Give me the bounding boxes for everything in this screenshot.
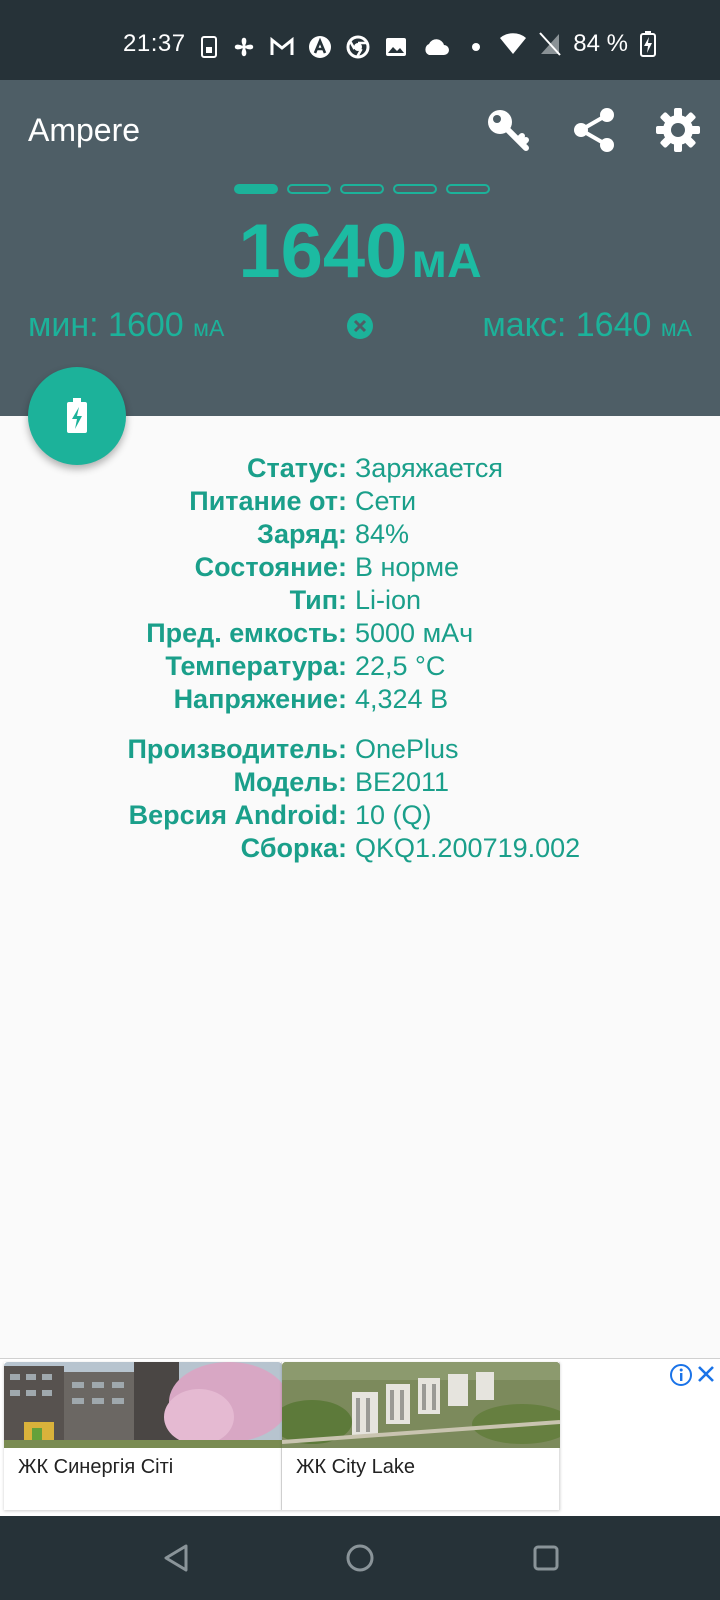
key-button[interactable] [482, 104, 534, 156]
info-row: Версия Android: 10 (Q) [0, 799, 720, 832]
accessibility-icon [309, 36, 331, 58]
page-dot[interactable] [340, 184, 384, 194]
ad-info-button[interactable] [670, 1364, 692, 1386]
navigation-bar [0, 1516, 720, 1600]
cloud-icon [425, 39, 449, 55]
sim-icon [201, 36, 217, 58]
min-reading: мин: 1600 мА [28, 306, 224, 345]
info-value: Li-ion [355, 585, 422, 615]
info-row: Заряд: 84% [0, 518, 720, 551]
current-reading: 1640мА [0, 208, 720, 295]
ad-caption: ЖК City Lake [296, 1456, 416, 1478]
max-reading: макс: 1640 мА [482, 306, 692, 345]
page-indicator [234, 184, 490, 194]
info-value: Заряжается [355, 453, 504, 483]
info-row: Сборка: QKQ1.200719.002 [0, 832, 720, 865]
fan-icon [234, 37, 254, 57]
info-label: Заряд: [257, 519, 347, 549]
close-icon [698, 1366, 714, 1382]
info-row: Температура: 22,5 °C [0, 650, 720, 683]
battery-percent: 84 % [573, 30, 628, 57]
ad-card[interactable]: ЖК Синергія Сіті [4, 1362, 282, 1510]
info-label: Пред. емкость: [146, 618, 347, 648]
page-dot[interactable] [287, 184, 331, 194]
info-value: OnePlus [355, 734, 459, 764]
info-value: 22,5 °C [355, 651, 446, 681]
page-dot[interactable] [393, 184, 437, 194]
info-label: Производитель: [127, 734, 347, 764]
info-row: Тип: Li-ion [0, 584, 720, 617]
info-label: Температура: [165, 651, 347, 681]
ad-card[interactable]: ЖК City Lake [282, 1362, 560, 1510]
back-icon [164, 1544, 188, 1572]
share-icon [574, 108, 614, 152]
wifi-icon [500, 33, 527, 54]
info-value: 5000 мАч [355, 618, 474, 648]
info-value: 4,324 В [355, 684, 449, 714]
info-row: Пред. емкость: 5000 мАч [0, 617, 720, 650]
back-button[interactable] [156, 1538, 196, 1578]
status-time: 21:37 [123, 30, 186, 57]
info-value: QKQ1.200719.002 [355, 833, 581, 863]
info-label: Питание от: [189, 486, 347, 516]
battery-info-table: Статус: Заряжается Питание от: Сети Заряд:… [0, 452, 720, 865]
recents-icon [533, 1545, 559, 1571]
max-unit: мА [660, 315, 692, 341]
current-value: 1640 [238, 209, 408, 294]
chrome-icon [346, 35, 370, 59]
dot-icon [472, 43, 480, 51]
home-icon [346, 1544, 374, 1572]
battery-charging-icon [640, 31, 656, 57]
gmail-icon [270, 37, 294, 55]
current-unit: мА [411, 235, 482, 288]
ad-close-button[interactable] [696, 1364, 716, 1384]
battery-fab[interactable] [28, 367, 126, 465]
close-circle-icon [347, 313, 373, 339]
reset-minmax-button[interactable] [346, 312, 374, 340]
notification-icons [200, 32, 488, 62]
status-bar: 21:37 84 % [0, 0, 720, 80]
info-label: Версия Android: [128, 800, 347, 830]
app-title: Ampere [28, 112, 141, 148]
info-value: В норме [355, 552, 460, 582]
info-label: Статус: [247, 453, 347, 483]
info-row: Статус: Заряжается [0, 452, 720, 485]
status-right: 84 % [499, 30, 656, 58]
recents-button[interactable] [526, 1538, 566, 1578]
image-icon [386, 38, 406, 56]
no-sim-icon [539, 32, 562, 56]
info-row: Производитель: OnePlus [0, 733, 720, 766]
info-value: Сети [355, 486, 417, 516]
info-label: Напряжение: [173, 684, 347, 714]
info-value: BE2011 [355, 767, 450, 797]
share-button[interactable] [568, 104, 620, 156]
settings-icon [656, 108, 700, 152]
page-dot[interactable] [446, 184, 490, 194]
info-row: Напряжение: 4,324 В [0, 683, 720, 716]
info-label: Сборка: [240, 833, 347, 863]
battery-charging-icon [67, 398, 87, 433]
ad-caption: ЖК Синергія Сіті [18, 1456, 174, 1478]
info-row: Питание от: Сети [0, 485, 720, 518]
info-value: 84% [355, 519, 410, 549]
info-icon [670, 1364, 692, 1386]
key-icon [488, 110, 529, 151]
home-button[interactable] [340, 1538, 380, 1578]
ad-image [4, 1362, 282, 1448]
info-row: Модель: BE2011 [0, 766, 720, 799]
info-label: Состояние: [194, 552, 347, 582]
ad-image [282, 1362, 560, 1448]
page-dot-active[interactable] [234, 184, 278, 194]
min-unit: мА [193, 315, 225, 341]
info-row: Состояние: В норме [0, 551, 720, 584]
info-value: 10 (Q) [355, 800, 432, 830]
min-value: мин: 1600 [28, 306, 184, 344]
info-label: Тип: [289, 585, 347, 615]
settings-button[interactable] [652, 104, 704, 156]
info-label: Модель: [233, 767, 347, 797]
max-value: макс: 1640 [482, 306, 652, 344]
